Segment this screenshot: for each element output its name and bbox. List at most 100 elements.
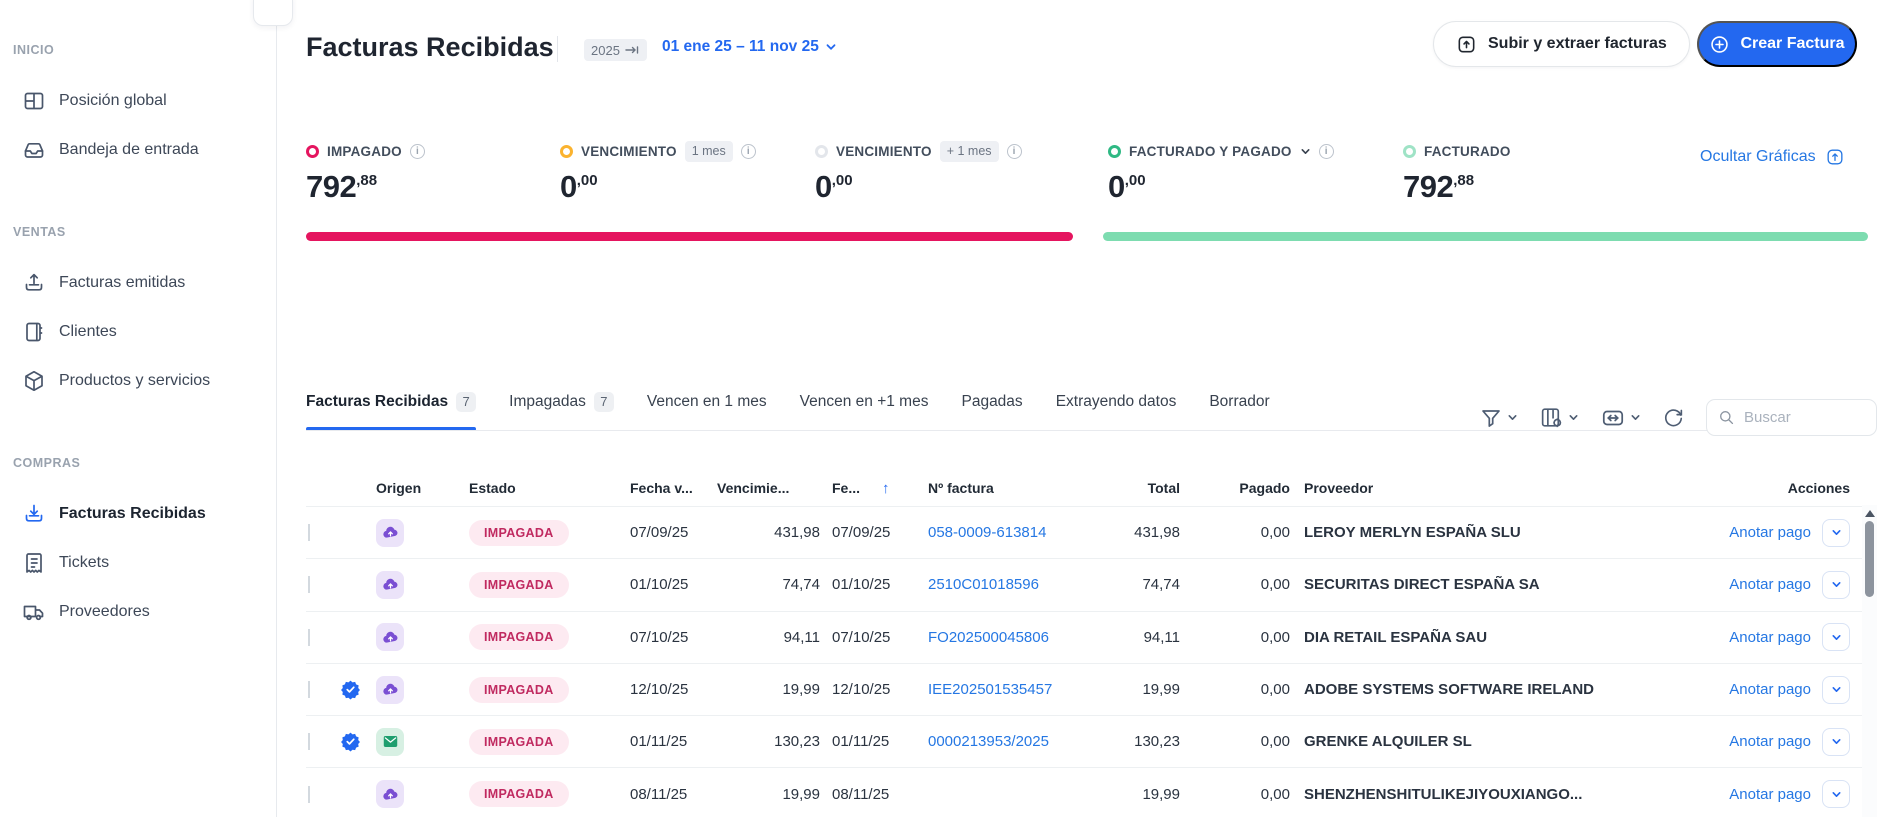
header-vencimiento[interactable]: Vencimie... (702, 480, 820, 496)
row-checkbox[interactable] (308, 629, 310, 646)
provider-cell: GRENKE ALQUILER SL (1290, 733, 1700, 750)
date-cell: 01/10/25 (820, 576, 910, 593)
due-amount-cell: 74,74 (702, 576, 820, 593)
invoice-number-link[interactable]: 0000213953/2025 (928, 733, 1049, 750)
summary-card-label: VENCIMIENTO (836, 144, 932, 159)
row-actions-dropdown-button[interactable] (1822, 780, 1850, 808)
provider-cell: SECURITAS DIRECT ESPAÑA SA (1290, 576, 1700, 593)
header-estado[interactable]: Estado (455, 480, 615, 496)
record-payment-link[interactable]: Anotar pago (1729, 524, 1811, 541)
table-header-row: Origen Estado Fecha v... Vencimie... Fe.… (306, 470, 1862, 506)
date-cell: 12/10/25 (820, 681, 910, 698)
row-actions-dropdown-button[interactable] (1822, 676, 1850, 704)
summary-card-value: 0,00 (1108, 169, 1403, 205)
sidebar-item-label: Tickets (59, 554, 109, 572)
row-checkbox[interactable] (308, 576, 310, 593)
due-date-cell: 12/10/25 (615, 681, 702, 698)
tab-label: Impagadas (509, 393, 586, 411)
row-checkbox[interactable] (308, 786, 310, 803)
status-badge: IMPAGADA (469, 677, 569, 703)
total-cell: 431,98 (1075, 524, 1180, 541)
invoice-number-link[interactable]: 058-0009-613814 (928, 524, 1046, 541)
sidebar-item[interactable]: Bandeja de entrada (0, 125, 277, 174)
tab[interactable]: Impagadas 7 (509, 372, 614, 431)
sidebar-item[interactable]: Productos y servicios (0, 356, 277, 405)
sidebar-item[interactable]: Posición global (0, 76, 277, 125)
chevron-down-icon (1831, 579, 1842, 590)
status-ring-icon (815, 145, 828, 158)
hide-charts-link[interactable]: Ocultar Gráficas (1700, 147, 1845, 167)
refresh-button[interactable] (1662, 406, 1685, 429)
header-fecha[interactable]: Fe... ↑ (820, 480, 910, 497)
summary-card-chip: 1 mes (685, 141, 733, 162)
header-factura[interactable]: Nº factura (910, 480, 1075, 496)
header-proveedor[interactable]: Proveedor (1290, 480, 1700, 496)
due-date-cell: 08/11/25 (615, 786, 702, 803)
info-icon[interactable]: i (741, 144, 756, 159)
verified-seal-icon (340, 679, 361, 700)
chevron-down-icon[interactable] (1300, 146, 1311, 157)
tab-label: Borrador (1209, 393, 1269, 411)
create-invoice-button[interactable]: Crear Factura (1697, 21, 1857, 67)
row-actions-dropdown-button[interactable] (1822, 571, 1850, 599)
sidebar-section-inicio: INICIO (0, 38, 277, 62)
search-input[interactable] (1744, 409, 1854, 426)
tab[interactable]: Vencen en 1 mes (647, 372, 767, 431)
sidebar-item[interactable]: Clientes (0, 307, 277, 356)
origin-icon (376, 676, 404, 704)
header-origen[interactable]: Origen (376, 480, 455, 496)
row-checkbox[interactable] (308, 733, 310, 750)
tab[interactable]: Borrador (1209, 372, 1269, 431)
date-range-selector[interactable]: 01 ene 25 – 11 nov 25 (662, 38, 837, 56)
table-row: IMPAGADA 01/10/25 74,74 01/10/25 2510C01… (306, 558, 1862, 610)
sidebar-item-label: Bandeja de entrada (59, 141, 199, 159)
header-fecha-vencimiento[interactable]: Fecha v... (615, 480, 702, 496)
origin-icon (376, 519, 404, 547)
row-checkbox[interactable] (308, 524, 310, 541)
refresh-icon (1662, 406, 1685, 429)
record-payment-link[interactable]: Anotar pago (1729, 786, 1811, 803)
columns-settings-button[interactable] (1539, 405, 1579, 430)
record-payment-link[interactable]: Anotar pago (1729, 681, 1811, 698)
sidebar-item[interactable]: Facturas emitidas (0, 258, 277, 307)
chevron-down-icon (1831, 736, 1842, 747)
row-actions-dropdown-button[interactable] (1822, 728, 1850, 756)
filter-button[interactable] (1479, 406, 1518, 430)
summary-card-label: VENCIMIENTO (581, 144, 677, 159)
invoice-number-link[interactable]: IEE202501535457 (928, 681, 1052, 698)
info-icon[interactable]: i (410, 144, 425, 159)
summary-card-value: 792,88 (1403, 169, 1643, 205)
sidebar-item[interactable]: Facturas Recibidas (0, 489, 277, 538)
status-badge: IMPAGADA (469, 729, 569, 755)
record-payment-link[interactable]: Anotar pago (1729, 629, 1811, 646)
header-total[interactable]: Total (1075, 480, 1180, 496)
scroll-up-arrow[interactable] (1865, 510, 1875, 517)
summary-card: FACTURADO Y PAGADO i 0,00 (1108, 139, 1403, 205)
scrollbar-thumb[interactable] (1865, 521, 1874, 597)
paid-cell: 0,00 (1180, 786, 1290, 803)
date-cell: 08/11/25 (820, 786, 910, 803)
row-actions-dropdown-button[interactable] (1822, 623, 1850, 651)
sidebar-item[interactable]: Tickets (0, 538, 277, 587)
row-actions-dropdown-button[interactable] (1822, 519, 1850, 547)
chevron-down-icon (1831, 527, 1842, 538)
info-icon[interactable]: i (1007, 144, 1022, 159)
upload-invoices-button[interactable]: Subir y extraer facturas (1433, 21, 1690, 67)
info-icon[interactable]: i (1319, 144, 1334, 159)
header-pagado[interactable]: Pagado (1180, 480, 1290, 496)
invoice-number-link[interactable]: FO202500045806 (928, 629, 1049, 646)
tab[interactable]: Pagadas (961, 372, 1022, 431)
due-amount-cell: 94,11 (702, 629, 820, 646)
sidebar-collapse-button[interactable] (253, 0, 293, 26)
sidebar-item[interactable]: Proveedores (0, 587, 277, 636)
tab[interactable]: Facturas Recibidas 7 (306, 372, 476, 431)
summary-card-label: FACTURADO Y PAGADO (1129, 144, 1292, 159)
record-payment-link[interactable]: Anotar pago (1729, 576, 1811, 593)
tab[interactable]: Vencen en +1 mes (800, 372, 929, 431)
tab[interactable]: Extrayendo datos (1056, 372, 1177, 431)
record-payment-link[interactable]: Anotar pago (1729, 733, 1811, 750)
row-checkbox[interactable] (308, 681, 310, 698)
invoice-number-link[interactable]: 2510C01018596 (928, 576, 1039, 593)
row-density-button[interactable] (1600, 405, 1641, 431)
year-chip[interactable]: 2025 (584, 39, 647, 61)
